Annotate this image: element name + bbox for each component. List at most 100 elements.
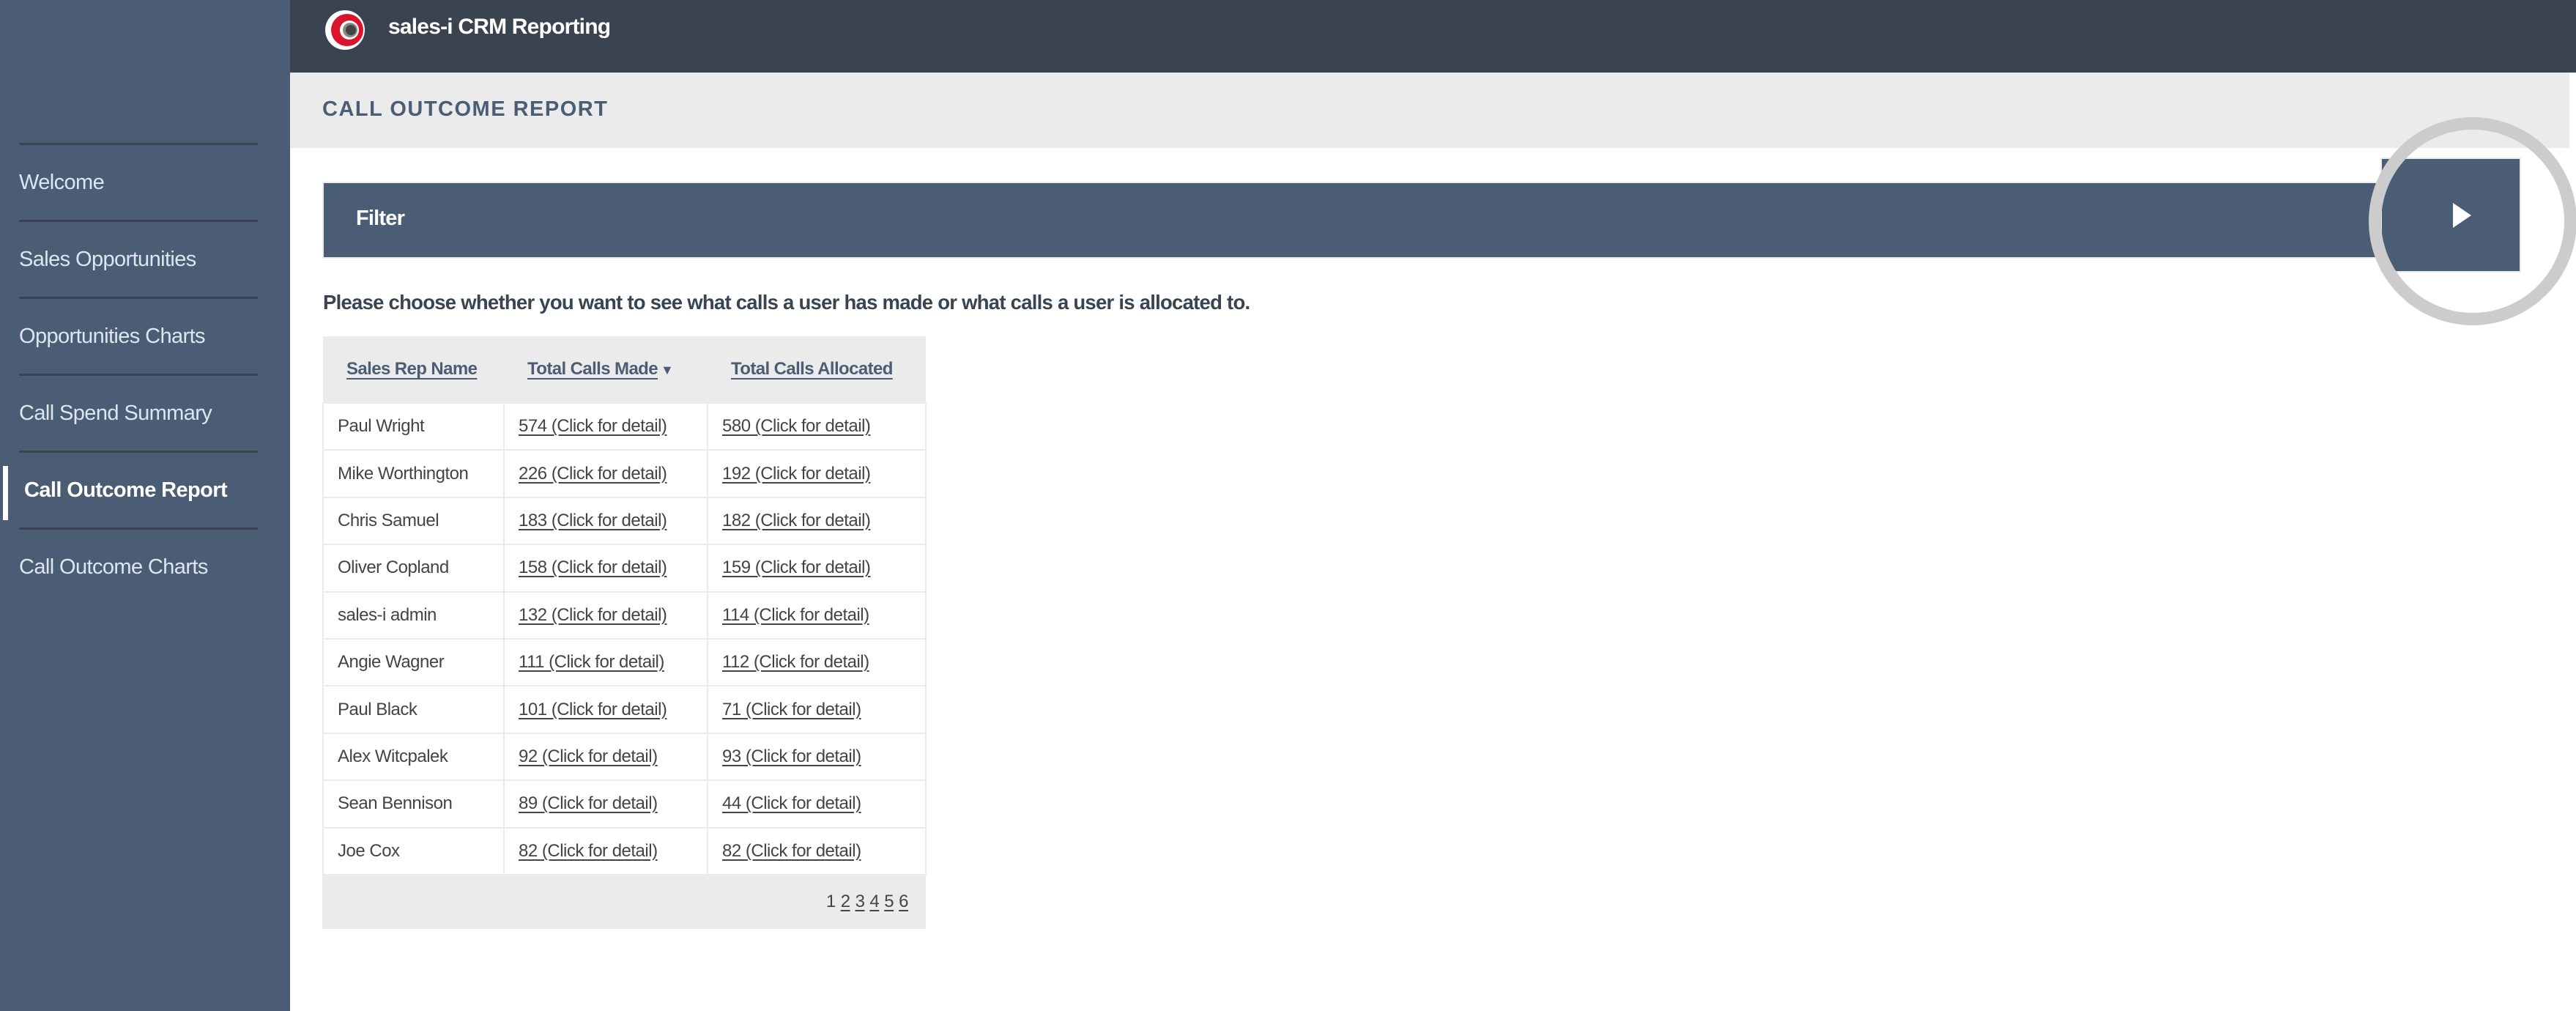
sales-rep-name: Paul Wright [322, 401, 505, 451]
calls-made-detail-link[interactable]: 89 (Click for detail) [519, 793, 658, 813]
sales-rep-name: Oliver Copland [322, 544, 505, 593]
calls-allocated-cell: 44 (Click for detail) [707, 779, 927, 829]
calls-made-detail-link[interactable]: 111 (Click for detail) [519, 652, 664, 672]
sidebar-item-label: Call Outcome Report [24, 478, 228, 502]
calls-allocated-cell: 82 (Click for detail) [707, 826, 927, 875]
sales-i-logo-icon [325, 10, 365, 50]
app-title: sales-i CRM Reporting [388, 15, 611, 39]
sidebar-item-label: Welcome [19, 170, 105, 194]
sidebar-item-label: Opportunities Charts [19, 324, 206, 348]
table-row: sales-i admin 132 (Click for detail) 114… [322, 590, 927, 640]
calls-made-cell: 574 (Click for detail) [503, 401, 708, 451]
sidebar-item-opportunities-charts[interactable]: Opportunities Charts [19, 297, 258, 374]
header-total-calls-made: Total Calls Made ▼ [504, 336, 708, 404]
sales-rep-name: Sean Bennison [322, 779, 505, 829]
page-link-6[interactable]: 6 [899, 892, 908, 911]
pagination: 123456 [322, 874, 926, 929]
calls-made-detail-link[interactable]: 82 (Click for detail) [519, 841, 658, 861]
calls-made-cell: 226 (Click for detail) [503, 449, 708, 498]
page-link-4[interactable]: 4 [869, 892, 879, 911]
sort-by-sales-rep-name-link[interactable]: Sales Rep Name [346, 359, 478, 379]
pagination-row: 123456 [322, 874, 926, 929]
calls-allocated-cell: 580 (Click for detail) [707, 401, 927, 451]
table-row: Alex Witcpalek 92 (Click for detail) 93 … [322, 732, 927, 782]
table-row: Angie Wagner 111 (Click for detail) 112 … [322, 637, 927, 687]
calls-made-cell: 111 (Click for detail) [503, 637, 708, 687]
calls-allocated-cell: 159 (Click for detail) [707, 544, 927, 593]
calls-allocated-cell: 93 (Click for detail) [707, 732, 927, 782]
calls-made-cell: 101 (Click for detail) [503, 685, 708, 734]
calls-allocated-detail-link[interactable]: 114 (Click for detail) [722, 605, 869, 625]
header-total-calls-allocated: Total Calls Allocated [708, 336, 926, 404]
page-header: CALL OUTCOME REPORT [290, 73, 2569, 148]
calls-allocated-cell: 182 (Click for detail) [707, 496, 927, 546]
calls-made-detail-link[interactable]: 574 (Click for detail) [519, 416, 667, 436]
filter-toggle-button[interactable] [2380, 158, 2521, 273]
calls-allocated-detail-link[interactable]: 44 (Click for detail) [722, 793, 861, 813]
table-header-row: Sales Rep Name Total Calls Made ▼ Total C… [323, 336, 926, 404]
calls-made-detail-link[interactable]: 132 (Click for detail) [519, 605, 667, 625]
calls-made-cell: 82 (Click for detail) [503, 826, 708, 875]
calls-allocated-cell: 112 (Click for detail) [707, 637, 927, 687]
sales-rep-name: Mike Worthington [322, 449, 505, 498]
calls-made-cell: 92 (Click for detail) [503, 732, 708, 782]
sidebar-item-welcome[interactable]: Welcome [19, 143, 258, 220]
page-link-3[interactable]: 3 [855, 892, 865, 911]
header-sales-rep-name: Sales Rep Name [323, 336, 504, 404]
calls-allocated-detail-link[interactable]: 182 (Click for detail) [722, 511, 871, 530]
sidebar-item-call-outcome-charts[interactable]: Call Outcome Charts [19, 527, 258, 604]
page-title: CALL OUTCOME REPORT [322, 97, 609, 121]
sidebar-item-label: Call Outcome Charts [19, 555, 208, 579]
calls-made-cell: 89 (Click for detail) [503, 779, 708, 829]
sales-rep-name: Angie Wagner [322, 637, 505, 687]
sales-rep-name: Paul Black [322, 685, 505, 734]
active-indicator [3, 466, 8, 520]
calls-allocated-detail-link[interactable]: 71 (Click for detail) [722, 700, 861, 719]
calls-allocated-cell: 71 (Click for detail) [707, 685, 927, 734]
instruction-text: Please choose whether you want to see wh… [323, 291, 1250, 314]
calls-made-detail-link[interactable]: 101 (Click for detail) [519, 700, 667, 719]
table-row: Oliver Copland 158 (Click for detail) 15… [322, 544, 927, 593]
sales-rep-name: Joe Cox [322, 826, 505, 875]
calls-allocated-detail-link[interactable]: 159 (Click for detail) [722, 558, 871, 577]
app-header: sales-i CRM Reporting [290, 0, 2576, 73]
sidebar-nav: Welcome Sales Opportunities Opportunitie… [0, 143, 290, 604]
sidebar: Welcome Sales Opportunities Opportunitie… [0, 0, 290, 1011]
sales-rep-name: Chris Samuel [322, 496, 505, 546]
page-link-2[interactable]: 2 [841, 892, 850, 911]
calls-made-cell: 183 (Click for detail) [503, 496, 708, 546]
table-row: Paul Wright 574 (Click for detail) 580 (… [322, 401, 927, 451]
call-outcome-table: Sales Rep Name Total Calls Made ▼ Total C… [322, 336, 927, 929]
calls-made-detail-link[interactable]: 183 (Click for detail) [519, 511, 667, 530]
calls-made-detail-link[interactable]: 158 (Click for detail) [519, 558, 667, 577]
calls-allocated-detail-link[interactable]: 192 (Click for detail) [722, 464, 871, 484]
table-row: Chris Samuel 183 (Click for detail) 182 … [322, 496, 927, 546]
calls-made-cell: 132 (Click for detail) [503, 590, 708, 640]
play-icon [2453, 203, 2471, 228]
sidebar-item-label: Call Spend Summary [19, 401, 212, 425]
filter-label: Filter [356, 207, 405, 230]
sales-rep-name: sales-i admin [322, 590, 505, 640]
calls-made-detail-link[interactable]: 226 (Click for detail) [519, 464, 667, 484]
calls-made-cell: 158 (Click for detail) [503, 544, 708, 593]
calls-allocated-detail-link[interactable]: 580 (Click for detail) [722, 416, 871, 436]
calls-allocated-cell: 114 (Click for detail) [707, 590, 927, 640]
table-row: Sean Bennison 89 (Click for detail) 44 (… [322, 779, 927, 829]
calls-allocated-detail-link[interactable]: 112 (Click for detail) [722, 652, 869, 672]
calls-allocated-cell: 192 (Click for detail) [707, 449, 927, 498]
calls-allocated-detail-link[interactable]: 93 (Click for detail) [722, 747, 861, 766]
calls-allocated-detail-link[interactable]: 82 (Click for detail) [722, 841, 861, 861]
current-page: 1 [825, 892, 836, 912]
sidebar-item-call-spend-summary[interactable]: Call Spend Summary [19, 374, 258, 451]
sidebar-item-sales-opportunities[interactable]: Sales Opportunities [19, 220, 258, 297]
calls-made-detail-link[interactable]: 92 (Click for detail) [519, 747, 658, 766]
table-row: Joe Cox 82 (Click for detail) 82 (Click … [322, 826, 927, 875]
page-link-5[interactable]: 5 [884, 892, 894, 911]
sidebar-item-call-outcome-report[interactable]: Call Outcome Report [3, 451, 258, 527]
sidebar-item-label: Sales Opportunities [19, 247, 196, 271]
table-row: Paul Black 101 (Click for detail) 71 (Cl… [322, 685, 927, 734]
sort-by-total-calls-allocated-link[interactable]: Total Calls Allocated [731, 359, 893, 379]
filter-panel-header[interactable]: Filter [322, 182, 2432, 259]
sort-descending-icon: ▼ [661, 363, 674, 377]
sort-by-total-calls-made-link[interactable]: Total Calls Made [527, 359, 658, 379]
